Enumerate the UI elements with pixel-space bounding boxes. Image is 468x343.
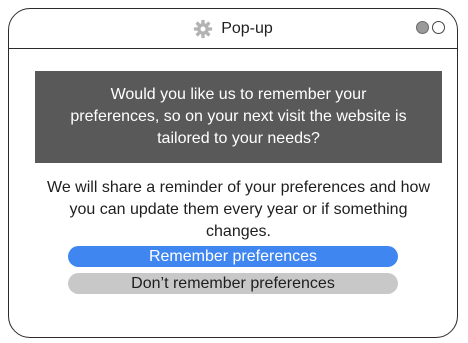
preference-prompt-banner: Would you like us to remember your prefe… bbox=[35, 71, 442, 163]
remember-preferences-button[interactable]: Remember preferences bbox=[68, 246, 398, 267]
dont-remember-preferences-button[interactable]: Don’t remember preferences bbox=[68, 273, 398, 294]
minimize-button[interactable] bbox=[416, 21, 429, 34]
banner-text: Would you like us to remember your prefe… bbox=[70, 86, 407, 147]
title-bar: Pop-up bbox=[9, 9, 457, 49]
window-title: Pop-up bbox=[221, 20, 273, 37]
window-controls bbox=[416, 21, 445, 34]
title-group: Pop-up bbox=[9, 9, 457, 49]
close-button[interactable] bbox=[432, 21, 445, 34]
reminder-info-text: We will share a reminder of your prefere… bbox=[47, 179, 430, 240]
gear-icon bbox=[194, 19, 213, 39]
